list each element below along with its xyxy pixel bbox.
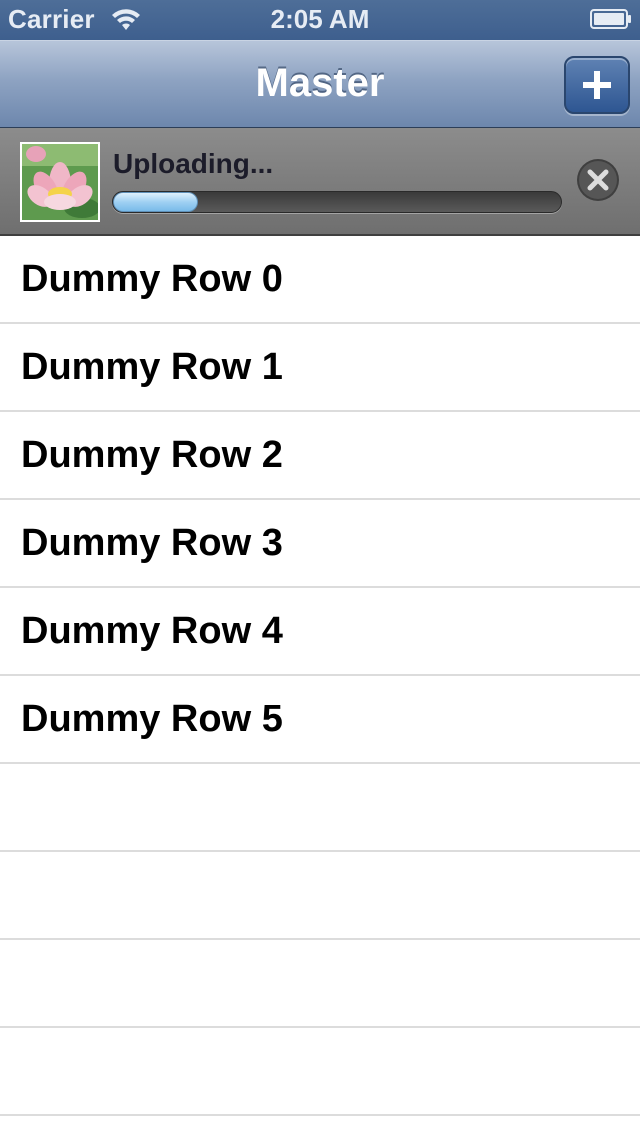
close-icon (577, 159, 619, 201)
upload-thumbnail (20, 142, 100, 222)
table-row[interactable]: Dummy Row 4 (0, 588, 640, 676)
cancel-upload-button[interactable] (576, 158, 620, 202)
upload-progress-bar (112, 191, 562, 213)
upload-status-label: Uploading... (113, 148, 274, 179)
status-bar: Carrier 2:05 AM (0, 0, 640, 40)
row-label: Dummy Row 4 (21, 610, 283, 652)
empty-table-row (0, 940, 640, 1028)
table-row[interactable]: Dummy Row 1 (0, 324, 640, 412)
navigation-bar: Master (0, 40, 640, 128)
table-row[interactable]: Dummy Row 3 (0, 500, 640, 588)
clock: 2:05 AM (270, 4, 370, 34)
progress-fill (113, 192, 199, 212)
page-title: Master (255, 61, 385, 105)
row-label: Dummy Row 0 (21, 258, 283, 300)
row-label: Dummy Row 1 (21, 346, 283, 388)
empty-table-row (0, 852, 640, 940)
upload-panel: Uploading... (0, 128, 640, 236)
empty-table-row (0, 764, 640, 852)
lotus-flower-image (22, 144, 98, 220)
screen: Carrier 2:05 AM Master Uploading... Dumm… (0, 0, 640, 1136)
table-list: Dummy Row 0 Dummy Row 1 Dummy Row 2 Dummy R… (0, 236, 640, 1116)
battery-icon (590, 8, 632, 30)
empty-table-row (0, 1028, 640, 1116)
table-row[interactable]: Dummy Row 5 (0, 676, 640, 764)
table-row[interactable]: Dummy Row 0 (0, 236, 640, 324)
table-row[interactable]: Dummy Row 2 (0, 412, 640, 500)
row-label: Dummy Row 3 (21, 522, 283, 564)
add-button[interactable] (564, 56, 630, 114)
row-label: Dummy Row 5 (21, 698, 283, 740)
plus-icon (583, 71, 611, 99)
row-label: Dummy Row 2 (21, 434, 283, 476)
